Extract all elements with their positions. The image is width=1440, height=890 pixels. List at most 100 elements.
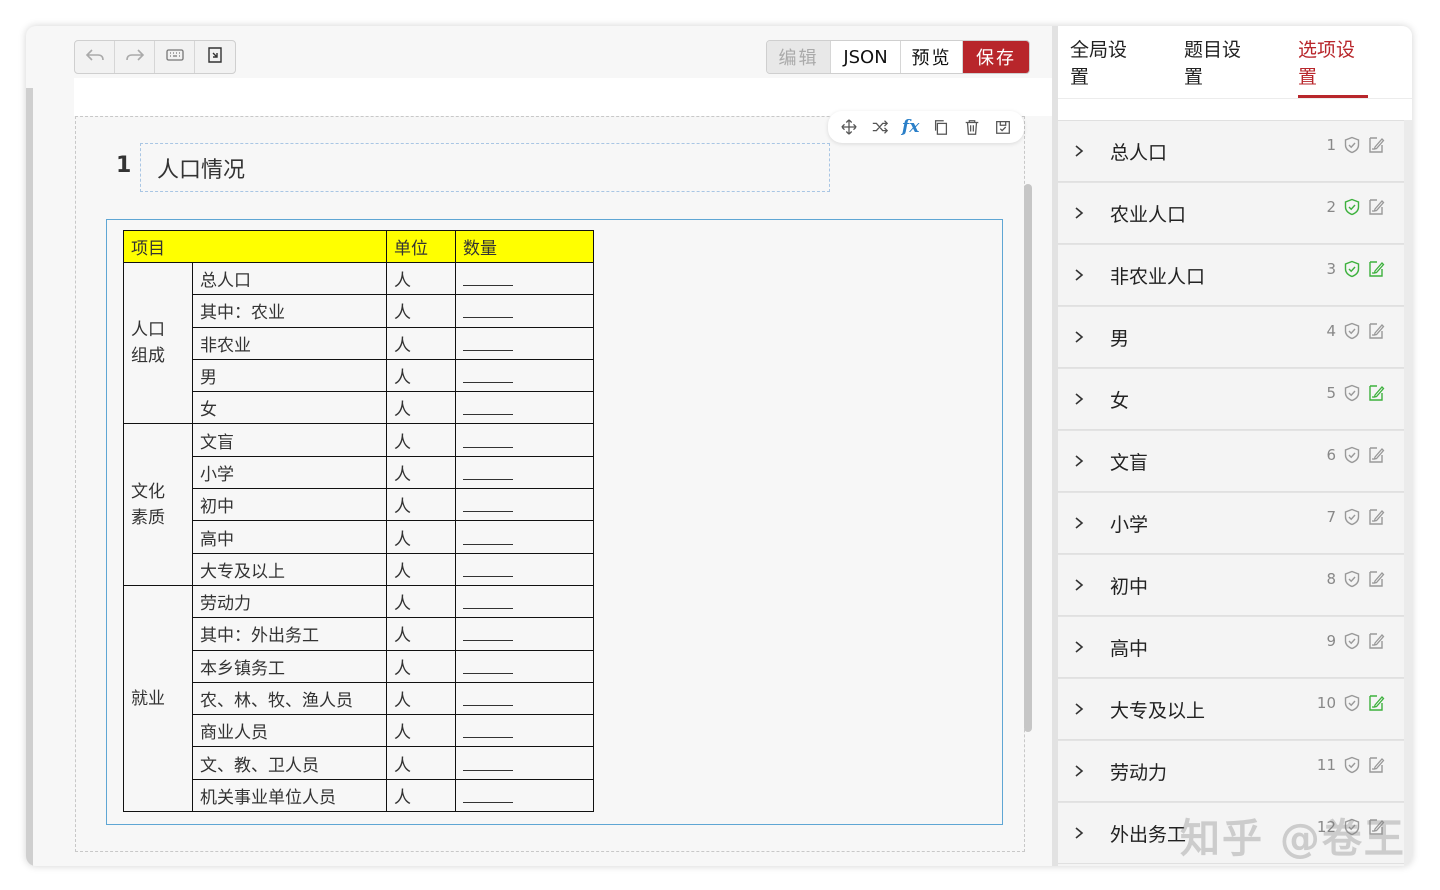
quantity-input[interactable] [455,423,594,457]
undo-button[interactable] [75,41,115,73]
quantity-input[interactable] [455,681,594,716]
option-row[interactable]: 文盲 6 [1058,430,1404,492]
preview-button[interactable]: 预览 [901,41,963,73]
edit-note-icon[interactable] [1366,693,1386,713]
option-number: 5 [1326,384,1336,402]
fx-icon[interactable]: fx [900,116,922,138]
quantity-input[interactable] [455,294,594,328]
shield-check-icon[interactable] [1342,135,1362,155]
quantity-input[interactable] [455,746,594,780]
panel-scrollbar[interactable] [1404,120,1412,866]
quantity-input[interactable] [455,649,594,683]
shield-check-icon[interactable] [1342,197,1362,217]
option-row[interactable]: 男4 [1058,306,1404,368]
quantity-input[interactable] [455,261,594,296]
shield-check-icon[interactable] [1342,259,1362,279]
edit-note-icon[interactable] [1366,569,1386,589]
chevron-right-icon[interactable] [1072,330,1090,344]
quantity-input[interactable] [455,358,594,393]
quantity-input[interactable] [455,520,594,554]
row-label: 小学 [192,455,387,490]
save-icon[interactable] [992,116,1014,138]
unit-cell: 人 [386,488,456,522]
redo-icon [125,45,145,70]
quantity-input[interactable] [455,455,594,490]
json-mode-button[interactable]: JSON [831,41,901,73]
delete-icon[interactable] [961,116,983,138]
quantity-input[interactable] [455,714,594,748]
option-label: 非农业人口 [1110,265,1206,288]
quantity-input[interactable] [455,617,594,651]
option-row[interactable]: 总人口 1 [1058,120,1404,182]
chevron-right-icon[interactable] [1072,454,1090,468]
table-row: 其中：外出务工人 [124,617,594,651]
blank-line [463,563,513,577]
chevron-right-icon[interactable] [1072,268,1090,282]
row-label: 机关事业单位人员 [192,778,387,813]
option-row[interactable]: 非农业人口 3 [1058,244,1404,306]
shield-check-icon[interactable] [1342,321,1362,341]
chevron-right-icon[interactable] [1072,702,1090,716]
shield-check-icon[interactable] [1342,507,1362,527]
chevron-right-icon[interactable] [1072,392,1090,406]
edit-note-icon[interactable] [1366,507,1386,527]
save-button[interactable]: 保存 [963,41,1029,73]
chevron-right-icon[interactable] [1072,640,1090,654]
blank-line [463,434,513,448]
option-row[interactable]: 女5 [1058,368,1404,430]
option-row[interactable]: 小学 7 [1058,492,1404,554]
chevron-right-icon[interactable] [1072,144,1090,158]
option-row[interactable]: 初中 8 [1058,554,1404,616]
edit-note-icon[interactable] [1366,321,1386,341]
chevron-right-icon[interactable] [1072,764,1090,778]
quantity-input[interactable] [455,552,594,586]
question-card[interactable]: fx 1 人口情况 项目 单位 数量 人口 组成 总人口人其中：农业人非农业人男人女人文化… [75,111,1025,852]
table-row: 机关事业单位人员人 [124,778,594,813]
chevron-right-icon[interactable] [1072,578,1090,592]
edit-note-icon[interactable] [1366,445,1386,465]
row-label: 总人口 [192,261,387,296]
import-button[interactable] [195,41,235,73]
shield-check-icon[interactable] [1342,383,1362,403]
quantity-input[interactable] [455,391,594,425]
question-title[interactable]: 人口情况 [140,143,830,192]
shield-check-icon[interactable] [1342,569,1362,589]
option-row[interactable]: 高中 9 [1058,616,1404,678]
quantity-input[interactable] [455,584,594,619]
tab-question-settings[interactable]: 题目设置 [1184,26,1254,98]
edit-note-icon[interactable] [1366,259,1386,279]
option-label: 大专及以上 [1110,699,1206,722]
quantity-input[interactable] [455,488,594,522]
table-row: 高中人 [124,520,594,554]
tab-option-settings[interactable]: 选项设置 [1298,26,1368,98]
quantity-input[interactable] [455,778,594,813]
shield-check-icon[interactable] [1342,755,1362,775]
edit-note-icon[interactable] [1366,755,1386,775]
table-row: 其中：农业人 [124,294,594,328]
copy-icon[interactable] [930,116,952,138]
edit-note-icon[interactable] [1366,197,1386,217]
edit-note-icon[interactable] [1366,383,1386,403]
quantity-input[interactable] [455,326,594,360]
shield-check-icon[interactable] [1342,693,1362,713]
shuffle-icon[interactable] [869,116,891,138]
redo-button[interactable] [115,41,155,73]
option-row[interactable]: 农业人口 2 [1058,182,1404,244]
shield-check-icon[interactable] [1342,631,1362,651]
chevron-right-icon[interactable] [1072,206,1090,220]
option-row[interactable]: 劳动力 11 [1058,740,1404,802]
chevron-right-icon[interactable] [1072,516,1090,530]
chevron-right-icon[interactable] [1072,826,1090,840]
editor-scrollbar[interactable] [1024,184,1032,732]
group-label: 文化 素质 [123,423,193,586]
keyboard-button[interactable] [155,41,195,73]
tab-global-settings[interactable]: 全局设置 [1070,26,1140,98]
shield-check-icon[interactable] [1342,445,1362,465]
header-unit: 单位 [386,230,456,263]
move-icon[interactable] [838,116,860,138]
option-row[interactable]: 大专及以上 10 [1058,678,1404,740]
edit-note-icon[interactable] [1366,135,1386,155]
edit-mode-button[interactable]: 编辑 [767,41,831,73]
edit-note-icon[interactable] [1366,631,1386,651]
row-label: 男 [192,358,387,393]
